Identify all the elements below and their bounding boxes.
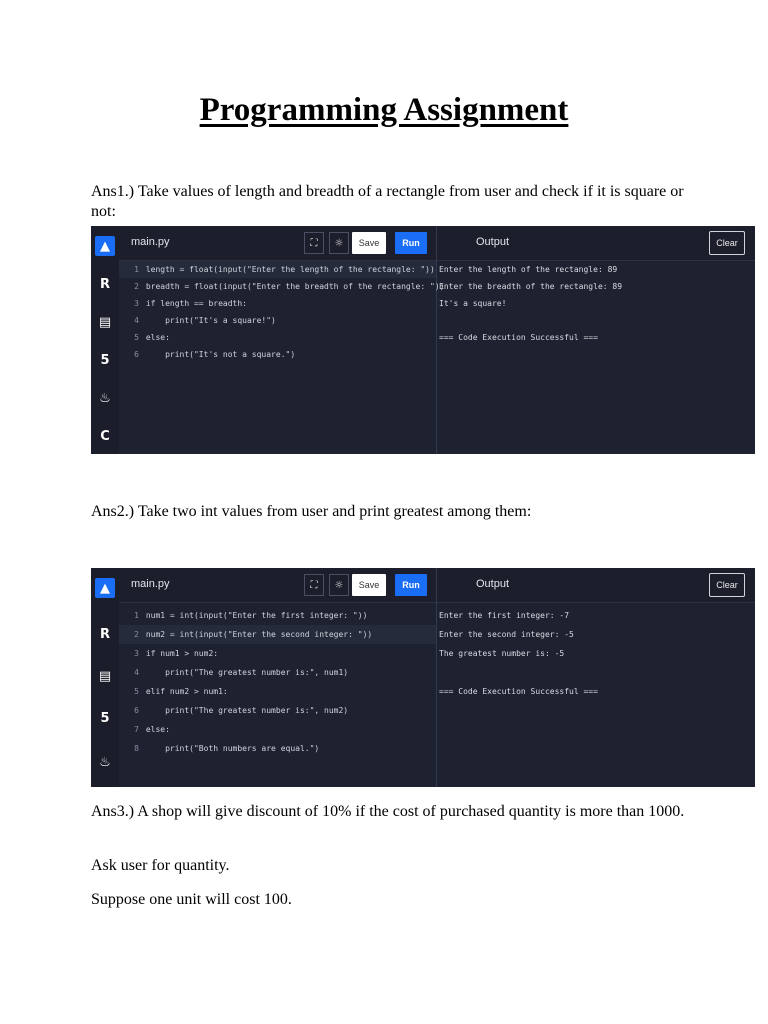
code-editor-2: ▲ R ▤ 5 ♨ main.py ⛶ ☼ Save Run Output Cl…: [91, 568, 755, 787]
c-icon[interactable]: C: [95, 426, 115, 446]
theme-toggle-icon[interactable]: ☼: [329, 232, 349, 254]
code-area[interactable]: 1 length = float(input("Enter the length…: [119, 261, 445, 454]
pane-divider[interactable]: [436, 226, 437, 454]
editor-toolbar: main.py ⛶ ☼ Save Run Output Clear: [119, 568, 755, 603]
output-label: Output: [476, 236, 510, 248]
question-2-text: Ans2.) Take two int values from user and…: [91, 503, 532, 520]
output-line: Enter the first integer: -7: [439, 611, 570, 620]
fullscreen-icon[interactable]: ⛶: [304, 574, 324, 596]
code-line: 8 print("Both numbers are equal."): [134, 744, 320, 753]
output-area: Enter the first integer: -7 Enter the se…: [439, 606, 755, 787]
output-line: === Code Execution Successful ===: [439, 687, 598, 696]
r-icon[interactable]: R: [95, 624, 115, 644]
html5-icon[interactable]: 5: [95, 708, 115, 728]
code-editor-1: ▲ R ▤ 5 ♨ C main.py ⛶ ☼ Save Run Output …: [91, 226, 755, 454]
code-line: 1 num1 = int(input("Enter the first inte…: [134, 611, 368, 620]
output-line: It's a square!: [439, 299, 507, 308]
html5-icon[interactable]: 5: [95, 350, 115, 370]
code-line: 7 else:: [134, 725, 170, 734]
python-icon[interactable]: ▲: [95, 236, 115, 256]
database-icon[interactable]: ▤: [95, 666, 115, 686]
language-sidebar: ▲ R ▤ 5 ♨: [91, 568, 119, 787]
code-line: 4 print("It's a square!"): [134, 316, 276, 325]
run-button[interactable]: Run: [395, 232, 427, 254]
code-line: 2 num2 = int(input("Enter the second int…: [119, 625, 436, 644]
output-line: Enter the second integer: -5: [439, 630, 574, 639]
run-button[interactable]: Run: [395, 574, 427, 596]
editor-toolbar: main.py ⛶ ☼ Save Run Output Clear: [119, 226, 755, 261]
page-title: Programming Assignment: [199, 92, 569, 128]
clear-button[interactable]: Clear: [709, 573, 745, 597]
database-icon[interactable]: ▤: [95, 312, 115, 332]
pane-divider[interactable]: [436, 568, 437, 787]
question-3-text: Ans3.) A shop will give discount of 10% …: [91, 803, 685, 820]
output-area: Enter the length of the rectangle: 89 En…: [439, 261, 755, 454]
code-line: 5 elif num2 > num1:: [134, 687, 228, 696]
output-line: === Code Execution Successful ===: [439, 333, 598, 342]
java-icon[interactable]: ♨: [95, 388, 115, 408]
code-line: 1 length = float(input("Enter the length…: [119, 261, 436, 278]
file-tab[interactable]: main.py: [131, 578, 170, 590]
output-label: Output: [476, 578, 510, 590]
save-button[interactable]: Save: [352, 232, 386, 254]
code-line: 2 breadth = float(input("Enter the bread…: [134, 282, 445, 291]
java-icon[interactable]: ♨: [95, 752, 115, 772]
code-line: 3 if length == breadth:: [134, 299, 247, 308]
fullscreen-icon[interactable]: ⛶: [304, 232, 324, 254]
output-line: The greatest number is: -5: [439, 649, 565, 658]
question-1-text: Ans1.) Take values of length and breadth…: [91, 183, 684, 220]
question-3-line-3: Suppose one unit will cost 100.: [91, 891, 292, 908]
language-sidebar: ▲ R ▤ 5 ♨ C: [91, 226, 119, 454]
code-line: 6 print("It's not a square."): [134, 350, 296, 359]
code-line: 4 print("The greatest number is:", num1): [134, 668, 349, 677]
code-line: 6 print("The greatest number is:", num2): [134, 706, 349, 715]
save-button[interactable]: Save: [352, 574, 386, 596]
python-icon[interactable]: ▲: [95, 578, 115, 598]
output-line: Enter the breadth of the rectangle: 89: [439, 282, 623, 291]
code-line: 5 else:: [134, 333, 170, 342]
code-area[interactable]: 1 num1 = int(input("Enter the first inte…: [119, 606, 436, 787]
output-line: Enter the length of the rectangle: 89: [439, 265, 618, 274]
r-icon[interactable]: R: [95, 274, 115, 294]
theme-toggle-icon[interactable]: ☼: [329, 574, 349, 596]
code-line: 3 if num1 > num2:: [134, 649, 219, 658]
file-tab[interactable]: main.py: [131, 236, 170, 248]
question-3-line-2: Ask user for quantity.: [91, 857, 230, 874]
clear-button[interactable]: Clear: [709, 231, 745, 255]
